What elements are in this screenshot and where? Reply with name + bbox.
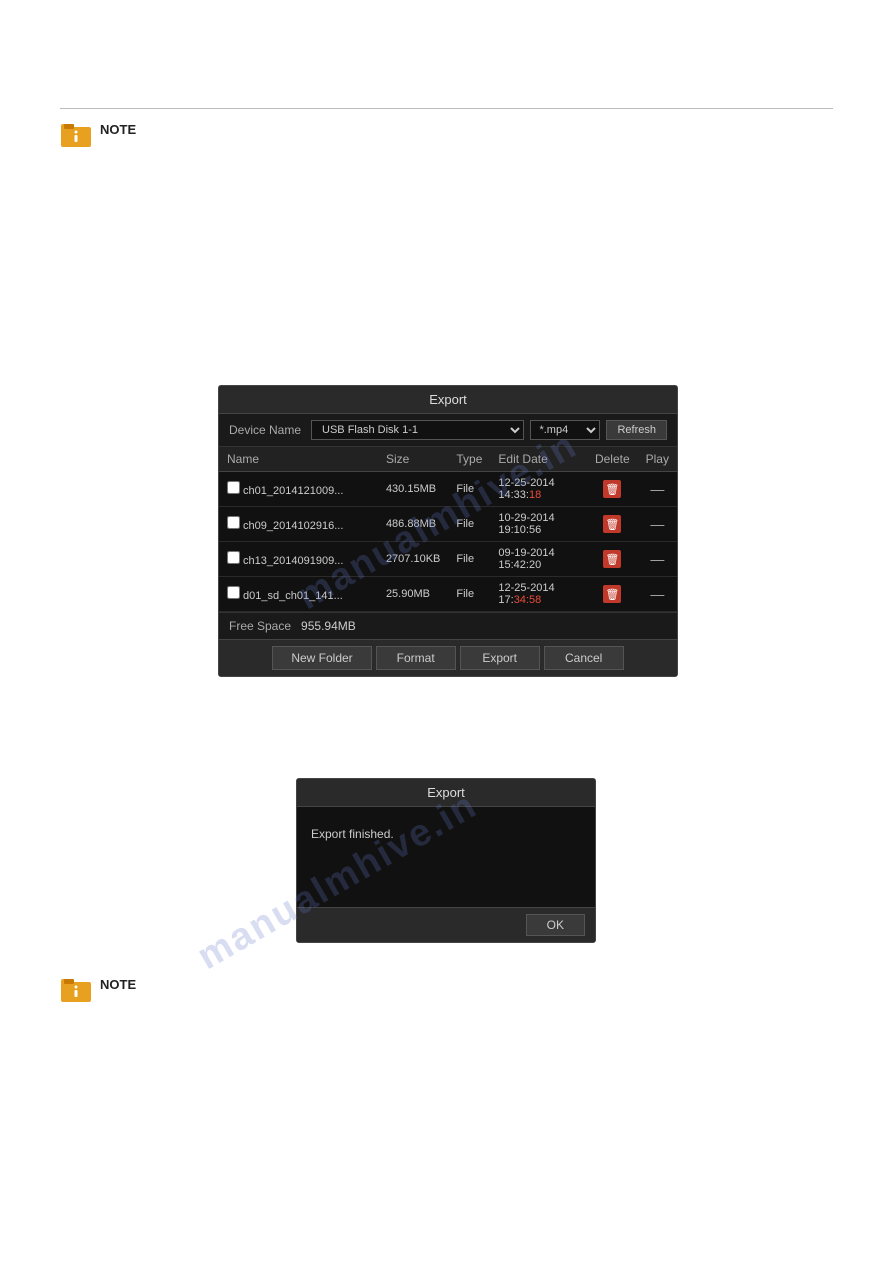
cancel-button[interactable]: Cancel [544, 646, 624, 670]
col-header-date: Edit Date [490, 447, 587, 472]
file-type: File [448, 472, 490, 507]
export-dialog-footer: New Folder Format Export Cancel [219, 639, 677, 676]
file-checkbox[interactable] [227, 551, 240, 564]
col-header-type: Type [448, 447, 490, 472]
file-edit-date: 12-25-2014 17:34:58 [490, 577, 587, 612]
table-row: ch01_2014121009... 430.15MBFile12-25-2014… [219, 472, 677, 507]
note-icon-2 [60, 975, 92, 1003]
delete-icon[interactable]: 🗑 [603, 480, 621, 498]
file-name: d01_sd_ch01_141... [240, 590, 343, 602]
file-checkbox[interactable] [227, 516, 240, 529]
file-name: ch09_2014102916... [240, 520, 343, 532]
file-list-area: Name Size Type Edit Date Delete Play ch0… [219, 447, 677, 612]
delete-icon[interactable]: 🗑 [603, 550, 621, 568]
col-header-size: Size [378, 447, 448, 472]
file-size: 2707.10KB [378, 542, 448, 577]
export-finished-title: Export [297, 779, 595, 807]
note-label-1: NOTE [100, 122, 136, 137]
file-size: 430.15MB [378, 472, 448, 507]
device-name-label: Device Name [229, 423, 301, 437]
file-size: 25.90MB [378, 577, 448, 612]
free-space-label: Free Space [229, 619, 291, 633]
play-icon[interactable]: — [650, 551, 664, 567]
note-icon-1 [60, 120, 92, 148]
table-row: ch09_2014102916... 486.88MBFile10-29-2014… [219, 507, 677, 542]
delete-icon[interactable]: 🗑 [603, 515, 621, 533]
file-name: ch01_2014121009... [240, 485, 343, 497]
table-row: d01_sd_ch01_141... 25.90MBFile12-25-2014 … [219, 577, 677, 612]
file-table: Name Size Type Edit Date Delete Play ch0… [219, 447, 677, 612]
play-icon[interactable]: — [650, 586, 664, 602]
export-finished-message: Export finished. [311, 827, 394, 841]
col-header-name: Name [219, 447, 378, 472]
table-row: ch13_2014091909... 2707.10KBFile09-19-201… [219, 542, 677, 577]
free-space-value: 955.94MB [301, 619, 356, 633]
col-header-play: Play [638, 447, 677, 472]
file-type: File [448, 577, 490, 612]
note-block-2: NOTE [60, 975, 136, 1003]
play-icon[interactable]: — [650, 516, 664, 532]
export-dialog: Export Device Name USB Flash Disk 1-1 *.… [218, 385, 678, 677]
file-edit-date: 12-25-2014 14:33:18 [490, 472, 587, 507]
page: NOTE NOTE Export Device Name USB Flash D… [0, 0, 893, 1263]
col-header-delete: Delete [587, 447, 638, 472]
export-finished-footer: OK [297, 907, 595, 942]
table-header-row: Name Size Type Edit Date Delete Play [219, 447, 677, 472]
free-space-row: Free Space 955.94MB [219, 612, 677, 639]
note-label-2: NOTE [100, 977, 136, 992]
file-type: File [448, 542, 490, 577]
file-checkbox[interactable] [227, 481, 240, 494]
new-folder-button[interactable]: New Folder [272, 646, 371, 670]
export-finished-body: Export finished. [297, 807, 595, 907]
file-table-body: ch01_2014121009...430.15MBFile12-25-2014… [219, 472, 677, 612]
format-button[interactable]: Format [376, 646, 456, 670]
export-button[interactable]: Export [460, 646, 540, 670]
ok-button[interactable]: OK [526, 914, 585, 936]
ext-select[interactable]: *.mp4 [530, 420, 600, 440]
file-checkbox[interactable] [227, 586, 240, 599]
play-icon[interactable]: — [650, 481, 664, 497]
file-size: 486.88MB [378, 507, 448, 542]
file-name: ch13_2014091909... [240, 555, 343, 567]
file-type: File [448, 507, 490, 542]
export-finished-dialog: Export Export finished. OK [296, 778, 596, 943]
export-dialog-title: Export [219, 386, 677, 414]
top-divider [60, 108, 833, 109]
device-row: Device Name USB Flash Disk 1-1 *.mp4 Ref… [219, 414, 677, 447]
note-block-1: NOTE [60, 120, 136, 148]
device-select[interactable]: USB Flash Disk 1-1 [311, 420, 524, 440]
file-edit-date: 09-19-2014 15:42:20 [490, 542, 587, 577]
file-edit-date: 10-29-2014 19:10:56 [490, 507, 587, 542]
delete-icon[interactable]: 🗑 [603, 585, 621, 603]
refresh-button[interactable]: Refresh [606, 420, 667, 440]
